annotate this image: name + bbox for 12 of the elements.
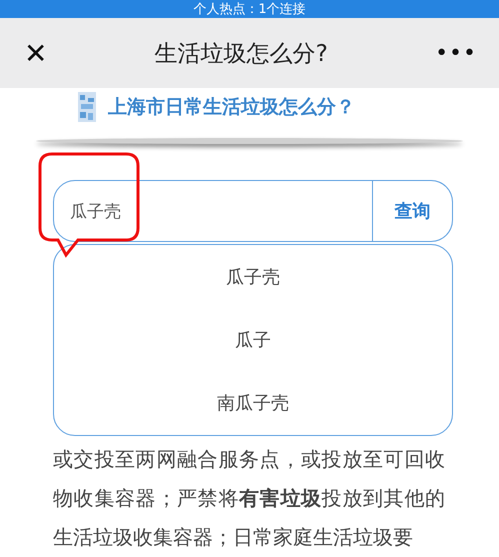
more-button[interactable]: ••• — [435, 40, 477, 66]
logo-icon — [78, 92, 96, 122]
headline: 上海市日常生活垃圾怎么分？ — [108, 95, 355, 120]
suggestion-item[interactable]: 南瓜子壳 — [54, 391, 452, 416]
query-button[interactable]: 查询 — [373, 180, 453, 242]
suggestion-item[interactable]: 瓜子 — [54, 328, 452, 352]
suggestion-item[interactable]: 瓜子壳 — [54, 264, 452, 289]
status-text: 个人热点：1个连接 — [193, 2, 306, 18]
search-field[interactable]: 瓜子壳 — [53, 180, 373, 242]
body-paragraph: 或交投至两网融合服务点，或投放至可回收物收集容器；严禁将有害垃圾投放到其他的生活垃圾收集容器；日常家庭生活垃圾要 — [53, 446, 445, 551]
close-button[interactable]: ✕ — [24, 36, 48, 70]
page-title: 生活垃圾怎么分? — [154, 40, 328, 68]
